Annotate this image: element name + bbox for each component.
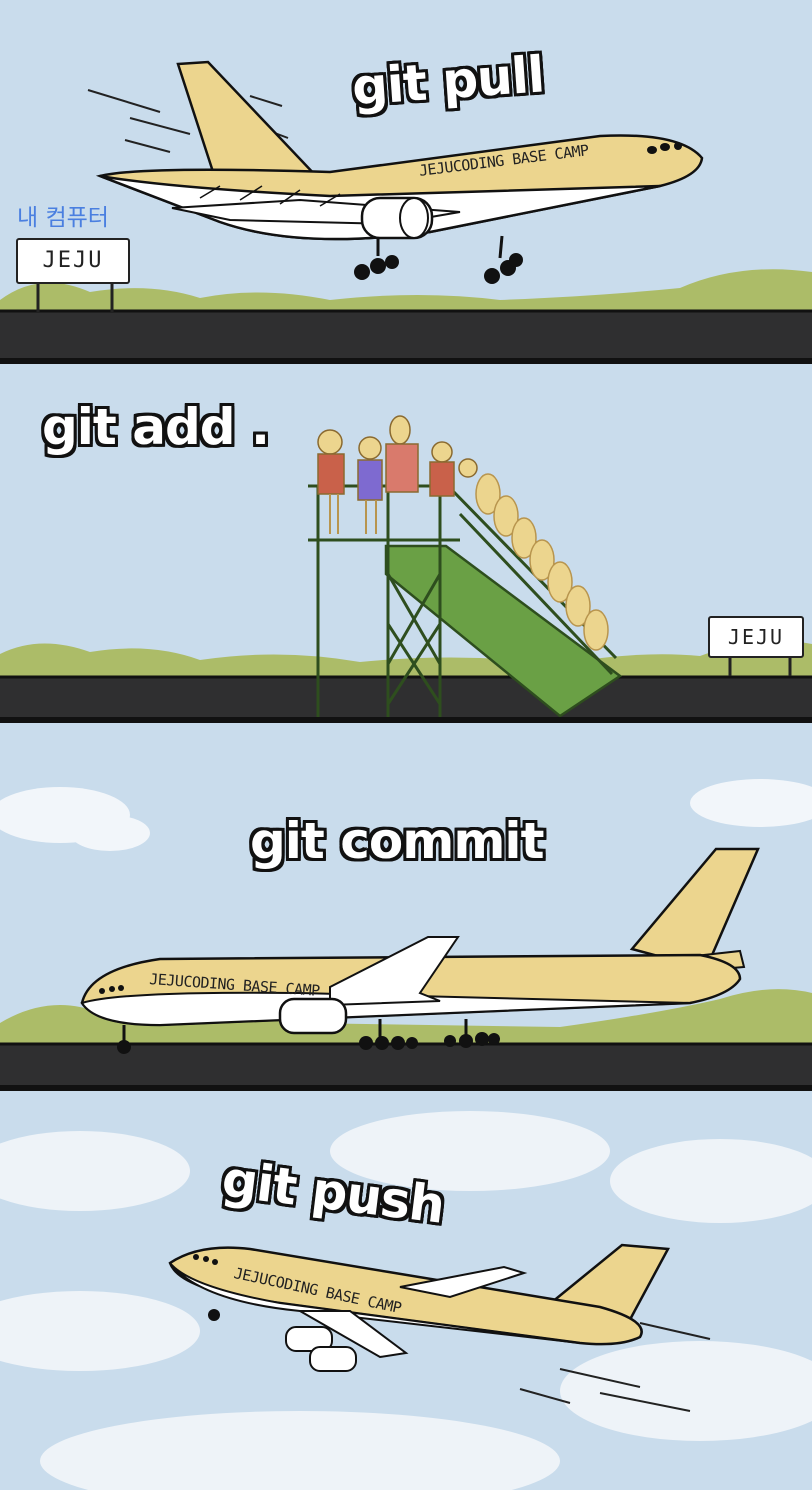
panel-git-add: git add . (0, 364, 812, 717)
panel-1-scene (0, 0, 812, 358)
panel-git-commit: JEJUCODING BASE CAMP (0, 723, 812, 1085)
panel-4-scene (0, 1091, 812, 1490)
panel-3-scene (0, 723, 812, 1085)
panel-git-pull: git pull 내 컴퓨터 JEJU JEJUCODING BASE CAMP (0, 0, 812, 358)
my-computer-label: 내 컴퓨터 (17, 205, 109, 231)
comic-strip: git pull 내 컴퓨터 JEJU JEJUCODING BASE CAMP (0, 0, 812, 1490)
jeju-sign: JEJU (16, 238, 130, 284)
jeju-sign-2: JEJU (708, 616, 804, 658)
panel-git-push: JEJUCODING BASE CAMP (0, 1091, 812, 1490)
caption-git-commit: git commit (250, 812, 544, 870)
caption-git-add: git add . (42, 398, 270, 456)
